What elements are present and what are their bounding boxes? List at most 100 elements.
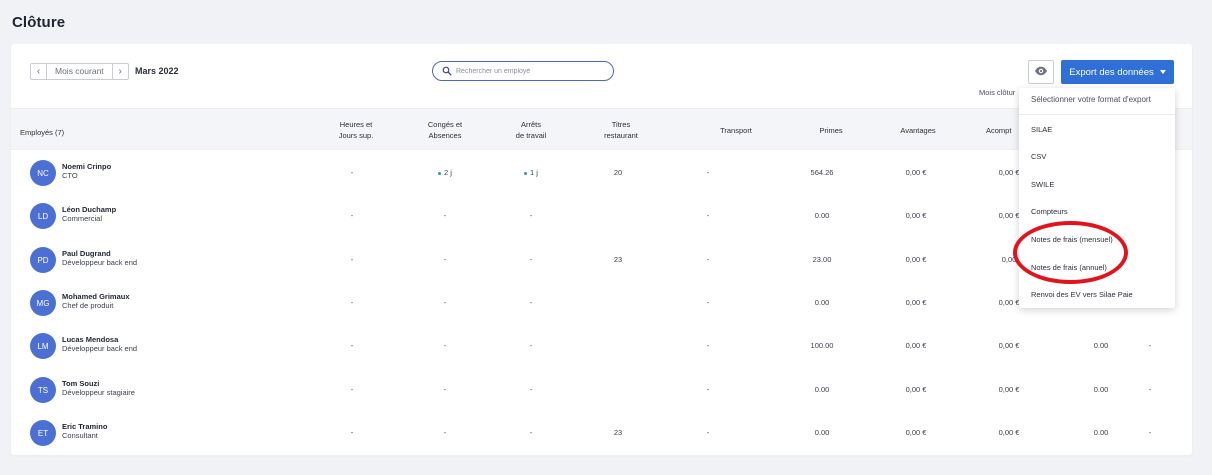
cell-leaves: - bbox=[444, 341, 447, 350]
prev-month-button[interactable]: ‹ bbox=[31, 64, 47, 79]
cell-value: - bbox=[443, 385, 447, 394]
cell-value: - bbox=[350, 298, 354, 307]
table-row[interactable]: LM Lucas Mendosa Développeur back end - - - - 1… bbox=[11, 324, 1192, 367]
table-row[interactable]: LD Léon Duchamp Commercial - - - - 0.00 0,00 € 0,… bbox=[11, 194, 1192, 237]
cell-transport: - bbox=[707, 211, 710, 220]
cell-extra: 0.00 bbox=[1094, 385, 1109, 394]
table-row[interactable]: ET Eric Tramino Consultant - - - 23 - 0.00 0,00 €… bbox=[11, 411, 1192, 454]
caret-down-icon bbox=[1159, 70, 1166, 74]
cell-extra: 0.00 bbox=[1094, 428, 1109, 437]
cell-value: - bbox=[1148, 428, 1152, 437]
cell-value: 0.00 bbox=[814, 298, 830, 307]
cell-advances: 0,00 € bbox=[999, 341, 1020, 350]
header-leaves: Congés et Absences bbox=[427, 120, 463, 140]
cell-meal: 20 bbox=[614, 168, 622, 177]
cell-bonuses: 564.26 bbox=[811, 168, 834, 177]
cell-value: 0,00 € bbox=[998, 298, 1020, 307]
avatar: NC bbox=[30, 160, 56, 186]
export-option-csv[interactable]: CSV bbox=[1031, 152, 1046, 161]
cell-value: 0,00 € bbox=[998, 341, 1020, 350]
cell-value: - bbox=[529, 255, 533, 264]
next-month-button[interactable]: › bbox=[111, 64, 128, 79]
employee-name: Mohamed Grimaux bbox=[62, 292, 130, 301]
cell-bonuses: 23.00 bbox=[813, 255, 832, 264]
cell-value: - bbox=[443, 211, 447, 220]
export-option-silae[interactable]: SILAE bbox=[1031, 125, 1052, 134]
table-row[interactable]: NC Noemi Crinpo CTO - 2 j 1 j 20 - 564.26 0,00 € 0… bbox=[11, 151, 1192, 194]
cell-meal: 23 bbox=[614, 428, 622, 437]
month-label: Mars 2022 bbox=[135, 66, 179, 76]
page-title: Clôture bbox=[12, 14, 66, 31]
cell-benefits: 0,00 € bbox=[906, 298, 927, 307]
cell-value: - bbox=[350, 341, 354, 350]
cell-value: - bbox=[443, 341, 447, 350]
cell-value: - bbox=[706, 211, 710, 220]
cell-advances: 0,00 € bbox=[999, 211, 1020, 220]
closed-months-label: Mois clôtur bbox=[979, 88, 1016, 97]
dropdown-title: Sélectionner votre format d'export bbox=[1031, 95, 1151, 104]
table-row[interactable]: MG Mohamed Grimaux Chef de produit - - - - 0.00… bbox=[11, 281, 1192, 324]
export-data-button[interactable]: Export des données bbox=[1061, 60, 1174, 84]
cell-bonuses: 0.00 bbox=[815, 298, 830, 307]
cell-value: - bbox=[443, 298, 447, 307]
cell-last: - bbox=[1149, 428, 1152, 437]
cell-value: - bbox=[706, 298, 710, 307]
cell-transport: - bbox=[707, 341, 710, 350]
cell-advances: 0,00 € bbox=[999, 168, 1020, 177]
cell-value: 0.00 bbox=[814, 385, 830, 394]
employee-role: Développeur back end bbox=[62, 344, 138, 353]
header-bonuses: Primes bbox=[819, 126, 843, 135]
header-sick-leave: Arrêts de travail bbox=[515, 120, 547, 140]
cell-leaves: 2 j bbox=[438, 168, 452, 177]
avatar: LD bbox=[30, 203, 56, 229]
export-option-swile[interactable]: SWILE bbox=[1031, 180, 1054, 189]
cell-value: 2 j bbox=[444, 168, 452, 177]
cell-value: 100.00 bbox=[810, 341, 834, 350]
avatar: TS bbox=[30, 377, 56, 403]
employee-search[interactable] bbox=[432, 61, 614, 81]
export-option-silae-paie[interactable]: Renvoi des EV vers Silae Paie bbox=[1031, 290, 1133, 299]
cell-value: 0,00 € bbox=[905, 298, 927, 307]
cell-value: - bbox=[529, 211, 533, 220]
cell-sick: - bbox=[530, 255, 533, 264]
cell-value: - bbox=[350, 211, 354, 220]
cell-transport: - bbox=[707, 298, 710, 307]
current-month-button[interactable]: Mois courant bbox=[47, 64, 112, 79]
cell-value: 0,00 € bbox=[905, 341, 927, 350]
cell-value: - bbox=[706, 168, 710, 177]
month-navigator: ‹ Mois courant › bbox=[30, 63, 129, 80]
cell-sick: 1 j bbox=[524, 168, 538, 177]
cell-value: - bbox=[706, 341, 710, 350]
cell-bonuses: 0.00 bbox=[815, 385, 830, 394]
header-overtime: Heures et Jours sup. bbox=[338, 120, 374, 140]
cell-leaves: - bbox=[444, 298, 447, 307]
employee-name: Léon Duchamp bbox=[62, 205, 117, 214]
employee-role: CTO bbox=[62, 171, 78, 180]
cell-sick: - bbox=[530, 298, 533, 307]
cell-value: 23.00 bbox=[812, 255, 832, 264]
cell-value: 0.00 bbox=[814, 428, 830, 437]
search-icon bbox=[442, 66, 452, 76]
employee-name: Eric Tramino bbox=[62, 422, 108, 431]
cell-sick: - bbox=[530, 341, 533, 350]
export-option-counters[interactable]: Compteurs bbox=[1031, 207, 1068, 216]
cell-last: - bbox=[1149, 385, 1152, 394]
cell-transport: - bbox=[707, 255, 710, 264]
cell-benefits: 0,00 € bbox=[906, 385, 927, 394]
eye-icon bbox=[1034, 63, 1048, 81]
cell-overtime: - bbox=[351, 211, 354, 220]
avatar: PD bbox=[30, 247, 56, 273]
cell-benefits: 0,00 € bbox=[906, 341, 927, 350]
cell-benefits: 0,00 € bbox=[906, 211, 927, 220]
cell-value: 0,00 € bbox=[998, 385, 1020, 394]
table-row[interactable]: TS Tom Souzi Développeur stagiaire - - - - 0.00… bbox=[11, 368, 1192, 411]
search-input[interactable] bbox=[456, 67, 606, 75]
cell-value: 0.00 bbox=[1093, 341, 1109, 350]
header-benefits: Avantages bbox=[900, 126, 936, 135]
visibility-toggle-button[interactable] bbox=[1028, 60, 1054, 84]
employee-role: Développeur stagiaire bbox=[62, 388, 135, 397]
cell-value: - bbox=[350, 385, 354, 394]
avatar: MG bbox=[30, 290, 56, 316]
cell-value: 0,00 € bbox=[998, 428, 1020, 437]
cell-value: - bbox=[529, 385, 533, 394]
